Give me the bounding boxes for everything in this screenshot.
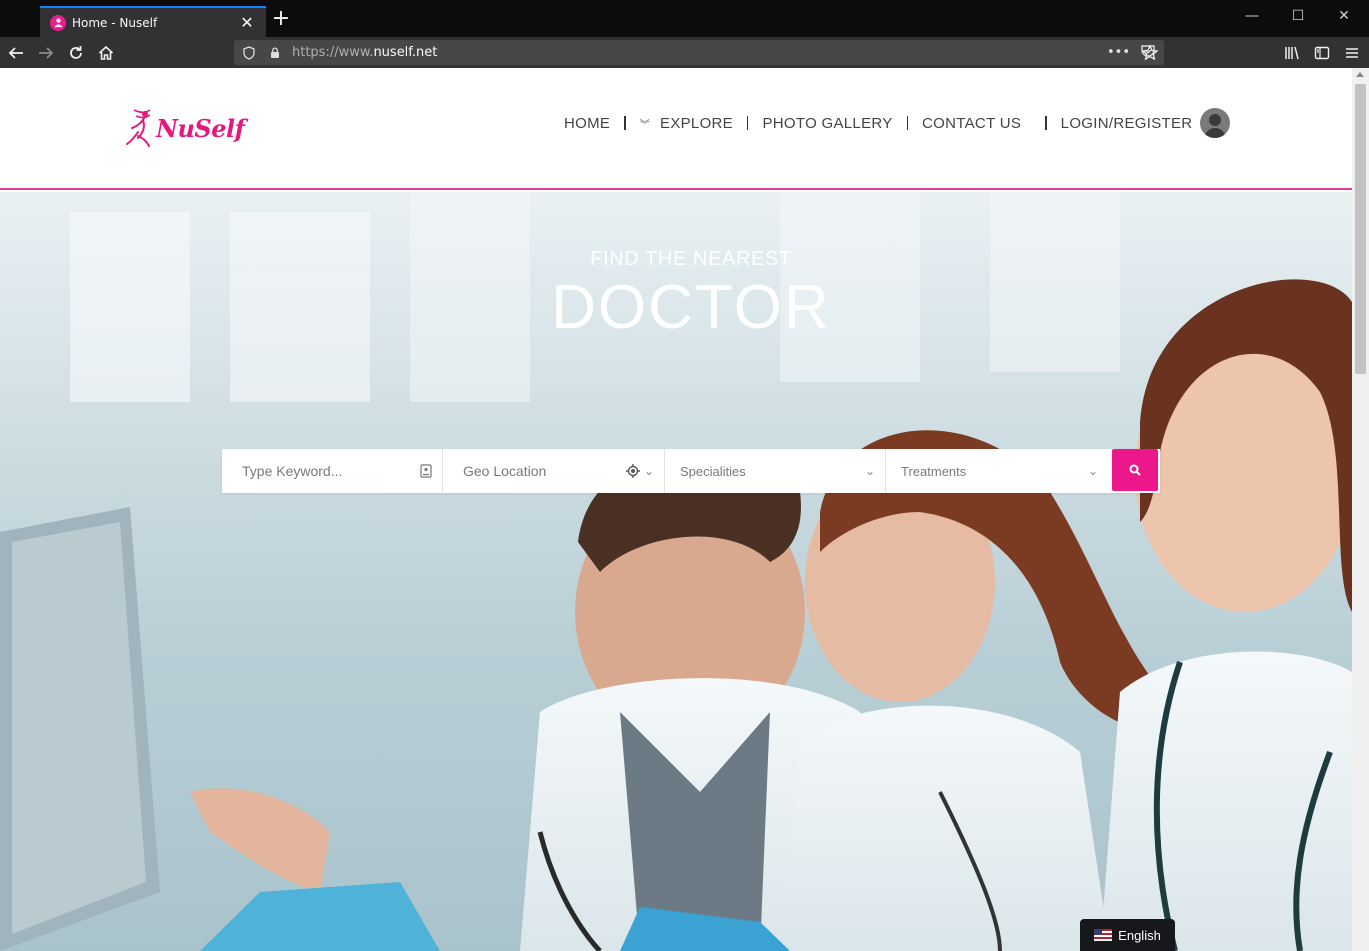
home-icon[interactable] [94, 41, 118, 65]
keyword-field[interactable]: Type Keyword... [222, 449, 443, 493]
geo-location-field[interactable]: Geo Location ⌄ [443, 449, 665, 493]
lock-icon[interactable] [264, 42, 286, 64]
chevron-down-icon: ⌄ [1087, 464, 1098, 478]
tab-title: Home - Nuself [72, 15, 158, 30]
bookmark-star-icon[interactable] [1138, 41, 1162, 65]
logo-figure-icon [126, 109, 151, 147]
menu-explore[interactable]: ︾ EXPLORE [626, 115, 747, 132]
address-bar[interactable]: https://www.nuself.net ••• [234, 40, 1164, 65]
hamburger-menu-icon[interactable] [1340, 41, 1364, 65]
minimize-icon[interactable]: — [1229, 8, 1275, 30]
more-icon[interactable]: ••• [1107, 45, 1130, 60]
menu-contact-us[interactable]: CONTACT US [908, 115, 1035, 132]
avatar[interactable] [1200, 108, 1231, 138]
site-header: NuSelf HOME ︾ EXPLORE PHOTO GALLERY CONT… [0, 68, 1352, 190]
page-scrollbar[interactable] [1352, 68, 1369, 951]
hero-banner: FIND THE NEAREST DOCTOR Type Keyword... … [0, 192, 1352, 951]
logo-text: NuSelf [156, 113, 245, 143]
main-menu: HOME ︾ EXPLORE PHOTO GALLERY CONTACT US … [550, 108, 1231, 138]
library-icon[interactable] [1280, 41, 1304, 65]
keyword-placeholder: Type Keyword... [242, 463, 343, 479]
language-label: English [1118, 927, 1161, 943]
crosshair-icon: ⌄ [625, 464, 654, 478]
web-page: NuSelf HOME ︾ EXPLORE PHOTO GALLERY CONT… [0, 68, 1352, 951]
window-close-icon[interactable]: ✕ [1321, 8, 1367, 30]
browser-tab-bar: Home - Nuself ✕ + — ☐ ✕ [0, 0, 1369, 37]
reload-icon[interactable] [64, 41, 88, 65]
specialities-select[interactable]: Specialities ⌄ [665, 449, 886, 493]
double-chevron-down-icon: ︾ [639, 119, 651, 131]
treatments-value: Treatments [901, 463, 967, 479]
scrollbar-thumb[interactable] [1355, 84, 1366, 374]
menu-login-label: LOGIN/REGISTER [1060, 114, 1193, 132]
language-switcher[interactable]: English [1080, 919, 1175, 951]
tab-close-icon[interactable]: ✕ [238, 13, 256, 32]
hero-kicker: FIND THE NEAREST [590, 248, 792, 270]
back-icon[interactable] [4, 41, 28, 65]
hero-title: DOCTOR [551, 273, 831, 342]
treatments-select[interactable]: Treatments ⌄ [886, 449, 1108, 493]
sidebar-icon[interactable] [1310, 41, 1334, 65]
url-text[interactable]: https://www.nuself.net [292, 45, 1107, 60]
doctor-search-bar: Type Keyword... Geo Location ⌄ Specialit… [222, 449, 1160, 493]
menu-explore-label: EXPLORE [660, 114, 733, 132]
browser-tab[interactable]: Home - Nuself ✕ [40, 6, 266, 37]
shield-icon[interactable] [238, 42, 260, 64]
menu-photo-gallery[interactable]: PHOTO GALLERY [748, 115, 906, 132]
us-flag-icon [1094, 929, 1113, 941]
scroll-up-icon[interactable] [1356, 72, 1364, 77]
search-icon [1129, 464, 1141, 476]
keyword-card-icon [420, 464, 432, 478]
specialities-value: Specialities [680, 463, 746, 479]
forward-icon[interactable] [34, 41, 58, 65]
menu-home[interactable]: HOME [550, 115, 624, 132]
chevron-down-icon: ⌄ [643, 464, 654, 478]
maximize-icon[interactable]: ☐ [1275, 8, 1321, 30]
geo-location-placeholder: Geo Location [463, 463, 547, 479]
chevron-down-icon: ⌄ [864, 464, 875, 478]
menu-login-register[interactable]: LOGIN/REGISTER [1047, 108, 1231, 138]
browser-nav-bar: https://www.nuself.net ••• [0, 37, 1369, 68]
new-tab-icon[interactable]: + [270, 8, 292, 31]
site-logo[interactable]: NuSelf [126, 106, 245, 150]
site-favicon-icon [50, 14, 66, 31]
search-button[interactable] [1112, 449, 1158, 491]
